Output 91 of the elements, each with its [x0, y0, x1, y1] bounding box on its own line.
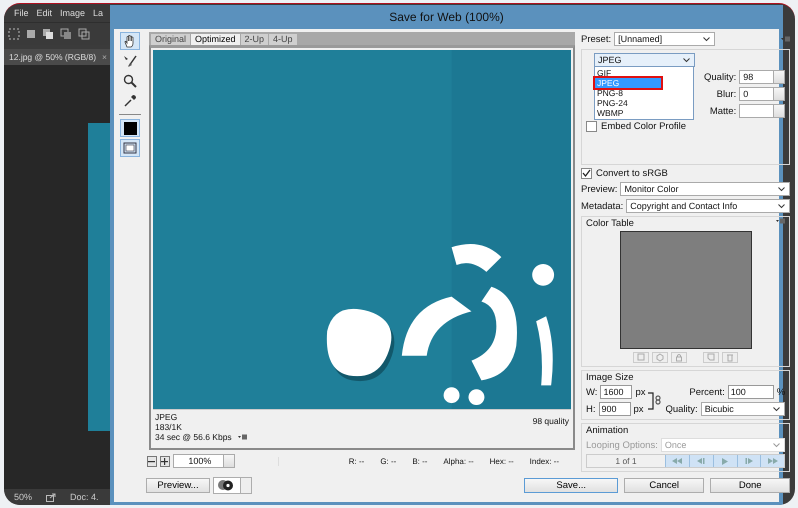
document-size: Doc: 4.: [70, 492, 99, 502]
plus-icon: [161, 458, 168, 464]
menu-item[interactable]: La: [93, 8, 104, 18]
first-frame-icon: [672, 458, 682, 464]
percent-field[interactable]: 100: [728, 385, 774, 399]
subtract-selection-icon[interactable]: [60, 28, 72, 40]
play-icon: [722, 458, 728, 464]
browser-dropdown[interactable]: [213, 476, 252, 494]
view-tab[interactable]: 2-Up: [240, 34, 268, 45]
preset-dropdown[interactable]: [Unnamed]: [614, 32, 716, 46]
format-info: JPEG: [155, 412, 178, 422]
menu-option[interactable]: PNG-8: [595, 88, 693, 98]
field-label: Percent:: [689, 386, 725, 398]
group-title: Animation: [586, 425, 630, 436]
field-label: Preset:: [581, 34, 612, 44]
menu-item[interactable]: Edit: [36, 8, 52, 18]
close-tab-button[interactable]: ×: [102, 52, 107, 62]
menu-icon[interactable]: [776, 218, 786, 224]
field-label: Quality:: [665, 404, 698, 414]
browser-icon: [217, 479, 235, 491]
add-selection-icon[interactable]: [42, 28, 54, 40]
preview-button[interactable]: Preview...: [146, 478, 210, 492]
marquee-icon[interactable]: [8, 28, 20, 40]
preview-dropdown[interactable]: Monitor Color: [620, 182, 790, 196]
checkbox[interactable]: [586, 121, 597, 132]
field-label: H:: [586, 404, 596, 414]
field-label: Matte:: [708, 106, 736, 116]
new-selection-icon[interactable]: [26, 29, 36, 39]
new-color-icon[interactable]: [703, 352, 720, 363]
group-title: Color Table: [586, 218, 634, 229]
intersect-selection-icon[interactable]: [78, 28, 90, 40]
group-title: Image Size: [586, 372, 635, 383]
menu-icon[interactable]: [238, 434, 247, 440]
slice-select-icon: [123, 54, 137, 68]
zoom-level: 50%: [14, 492, 32, 502]
field-label: W:: [586, 386, 598, 398]
zoom-in-button[interactable]: [160, 456, 170, 466]
color-readout: G: --: [380, 456, 396, 466]
menu-item[interactable]: Image: [60, 8, 86, 18]
zoom-icon: [123, 74, 137, 88]
view-tab[interactable]: Original: [151, 34, 190, 45]
eyedropper-icon: [123, 94, 137, 108]
quality-info: 98 quality: [532, 416, 569, 428]
blur-field[interactable]: 0: [739, 87, 786, 101]
checkbox[interactable]: [581, 168, 592, 179]
document-tab[interactable]: 12.jpg @ 50% (RGB/8) ×: [4, 49, 110, 65]
field-label: Blur:: [716, 88, 736, 100]
hand-tool[interactable]: [120, 32, 140, 50]
color-readout: Hex: --: [490, 456, 514, 466]
field-label: Looping Options:: [586, 440, 658, 450]
previous-frame-icon: [697, 458, 706, 464]
menu-option[interactable]: WBMP: [595, 108, 693, 118]
document-title: 12.jpg @ 50% (RGB/8): [9, 52, 96, 62]
frame-counter: 1 of 1: [614, 456, 638, 466]
color-swatch[interactable]: [120, 119, 140, 137]
color-readout: Alpha: --: [443, 456, 474, 466]
save-button[interactable]: Save...: [524, 478, 618, 492]
unit-label: %: [776, 386, 786, 398]
color-readout: B: --: [412, 456, 428, 466]
file-size-info: 183/1K: [155, 422, 183, 432]
next-frame-icon: [744, 458, 753, 464]
height-field[interactable]: 900: [598, 402, 630, 416]
done-button[interactable]: Done: [710, 478, 790, 492]
menu-option[interactable]: PNG-24: [595, 98, 693, 108]
zoom-dropdown[interactable]: 100%: [172, 454, 235, 468]
field-label: Quality:: [704, 72, 736, 82]
quality-field[interactable]: 98: [739, 70, 786, 84]
field-label: Metadata:: [581, 200, 624, 212]
last-frame-icon: [768, 458, 778, 464]
checkbox-label: Embed Color Profile: [601, 121, 686, 132]
metadata-dropdown[interactable]: Copyright and Contact Info: [626, 199, 790, 213]
checkbox-label: Convert to sRGB: [596, 168, 668, 179]
unit-label: px: [635, 386, 646, 398]
cancel-button[interactable]: Cancel: [624, 478, 704, 492]
format-dropdown[interactable]: JPEG: [594, 53, 695, 67]
unit-label: px: [634, 404, 644, 414]
slices-icon: [123, 142, 137, 154]
view-tab[interactable]: 4-Up: [269, 34, 297, 45]
color-readout: R: --: [348, 456, 364, 466]
width-field[interactable]: 1600: [600, 385, 632, 399]
zoom-out-button[interactable]: [147, 456, 157, 466]
window-title: Save for Web (100%): [389, 10, 504, 24]
menu-item[interactable]: File: [14, 8, 29, 18]
resample-dropdown[interactable]: Bicubic: [700, 402, 786, 416]
color-readout: Index: --: [530, 456, 559, 466]
download-time-info: 34 sec @ 56.6 Kbps: [155, 432, 232, 442]
menu-option[interactable]: GIF: [595, 68, 693, 78]
view-tab[interactable]: Optimized: [191, 34, 240, 45]
field-label: Preview:: [581, 184, 618, 194]
share-icon[interactable]: [46, 492, 56, 502]
slice-visibility-toggle[interactable]: [120, 139, 140, 157]
